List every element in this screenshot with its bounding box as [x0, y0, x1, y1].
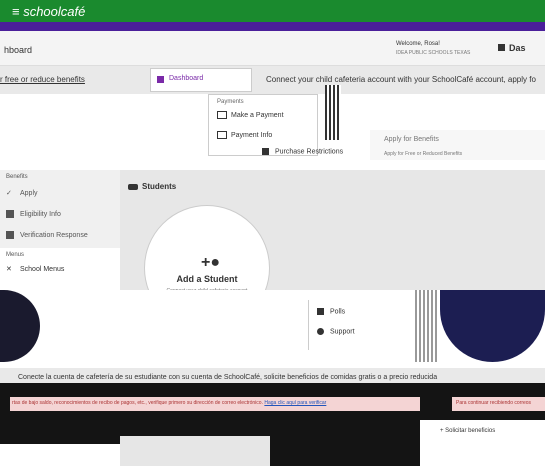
info-icon	[317, 328, 324, 335]
dashboard-link[interactable]: Das	[498, 43, 526, 53]
support-item[interactable]: Support	[317, 328, 355, 335]
gear-icon	[262, 148, 269, 155]
students-title-label: Students	[142, 182, 177, 191]
sidebar-item-school-menus[interactable]: ✕ School Menus	[6, 265, 64, 273]
top-bar: ≡ schoolcafé	[0, 0, 545, 31]
glitch-stripe-2	[415, 290, 437, 362]
students-panel: Students +● Add a Student Connect your c…	[120, 170, 545, 331]
make-payment-label: Make a Payment	[231, 111, 284, 119]
purchase-restrictions-label: Purchase Restrictions	[275, 148, 344, 156]
district-name: IDEA PUBLIC SCHOOLS TEXAS	[396, 50, 471, 56]
polls-label: Polls	[330, 308, 346, 316]
more-menu: Polls Support	[308, 300, 411, 350]
dashboard-menu-label: Dashboard	[169, 75, 204, 82]
info-icon	[217, 131, 227, 139]
alert-right-text: Para continuar recibiendo correos	[456, 400, 532, 406]
benefits-section-label: Benefits	[6, 174, 28, 180]
poll-icon	[317, 308, 324, 315]
students-title: Students	[128, 182, 176, 191]
benefits-card-label: + Solicitar beneficios	[440, 428, 496, 434]
card-icon	[217, 111, 227, 119]
banner-text: Connect your child cafeteria account wit…	[266, 75, 536, 84]
alert-text: rtas de bajo saldo, reconocimientos de r…	[12, 400, 326, 406]
sidebar-item-label: Eligibility Info	[20, 210, 61, 218]
apply-benefits-item[interactable]: Apply for Benefits Apply for Free or Red…	[370, 130, 545, 160]
purchase-restrictions-item[interactable]: Purchase Restrictions	[262, 148, 343, 155]
sidebar-item-label: School Menus	[20, 265, 65, 273]
support-label: Support	[330, 328, 355, 336]
menus-section-label: Menus	[6, 252, 25, 258]
sidebar-item-label: Verification Response	[20, 231, 88, 239]
payment-info-item[interactable]: Payment Info	[217, 131, 272, 139]
brand-logo[interactable]: ≡ schoolcafé	[12, 4, 85, 19]
payments-dropdown: Payments Make a Payment Payment Info	[208, 94, 318, 156]
page-title: hboard	[4, 45, 33, 55]
apply-benefits-title: Apply for Benefits	[384, 136, 439, 143]
utensils-icon: ✕	[6, 266, 12, 273]
welcome-text: Welcome, Rosa!	[396, 41, 440, 47]
footer-gray-block	[120, 436, 270, 466]
payments-header: Payments	[217, 99, 244, 105]
sidebar-item-verification[interactable]: Verification Response	[6, 231, 88, 239]
glitch-stripe	[325, 85, 341, 140]
payment-info-label: Payment Info	[231, 131, 273, 139]
sidebar-item-apply[interactable]: ✓ Apply	[6, 189, 38, 197]
apply-benefits-subtitle: Apply for Free or Reduced Benefits	[384, 151, 463, 157]
benefits-link[interactable]: r free or reduce benefits	[0, 75, 85, 84]
footer-left-block	[0, 444, 120, 466]
add-person-icon: +●	[201, 254, 221, 271]
sidebar-item-eligibility[interactable]: Eligibility Info	[6, 210, 61, 218]
people-icon	[128, 183, 138, 190]
check-icon: ✓	[6, 190, 12, 197]
sub-header: hboard Welcome, Rosa! IDEA PUBLIC SCHOOL…	[0, 31, 545, 66]
sidebar-item-label: Apply	[20, 189, 38, 197]
alert-message: rtas de bajo saldo, reconocimientos de r…	[12, 400, 263, 406]
dashboard-link-label: Das	[509, 43, 526, 53]
email-verify-alert: rtas de bajo saldo, reconocimientos de r…	[10, 397, 420, 411]
checkbox-icon	[6, 231, 14, 239]
dashboard-menu-button[interactable]: Dashboard	[150, 68, 252, 92]
email-alert-right: Para continuar recibiendo correos	[452, 397, 545, 411]
dashboard-icon	[157, 76, 164, 83]
polls-item[interactable]: Polls	[317, 308, 345, 315]
top-bar-stripe	[0, 22, 545, 31]
menus-section: Menus ✕ School Menus	[0, 248, 120, 292]
benefits-card[interactable]: + Solicitar beneficios	[420, 420, 545, 466]
add-student-label: Add a Student	[176, 274, 238, 284]
dashboard-icon	[498, 44, 505, 51]
sidebar: Benefits ✓ Apply Eligibility Info Verific…	[0, 170, 120, 292]
spanish-banner-text: Conecte la cuenta de cafetería de su est…	[18, 374, 438, 381]
info-banner: r free or reduce benefits Connect your c…	[0, 66, 545, 94]
make-payment-item[interactable]: Make a Payment	[217, 111, 284, 119]
verify-email-link[interactable]: Haga clic aquí para verificar	[264, 400, 326, 406]
document-icon	[6, 210, 14, 218]
